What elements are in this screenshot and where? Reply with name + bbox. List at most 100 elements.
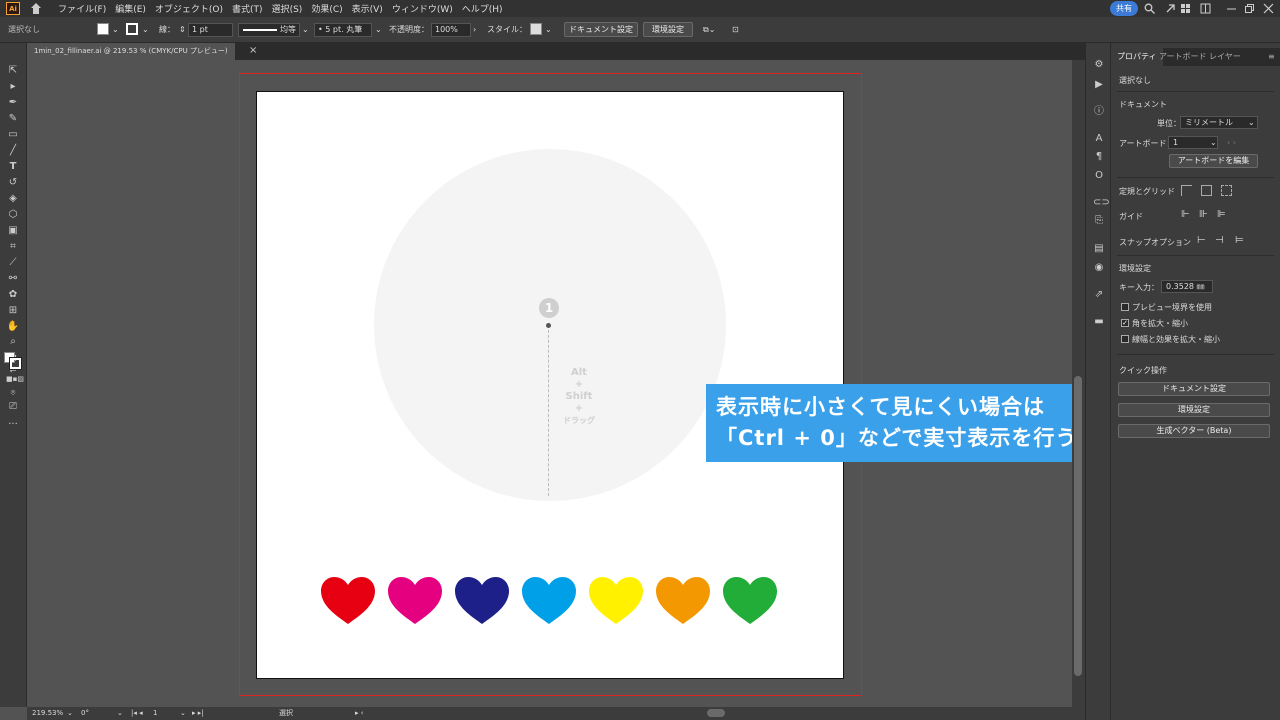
zoom-tool-icon[interactable]: ⌕ (6, 336, 20, 348)
artboard-number[interactable]: 1 (153, 708, 157, 719)
heart-orange[interactable] (654, 576, 712, 626)
style-swatch[interactable] (530, 23, 542, 35)
opacity-field[interactable]: 100% (431, 23, 471, 37)
edit-artboards-button[interactable]: アートボードを編集 (1169, 154, 1258, 168)
chevron-down-icon[interactable]: ⌄ (117, 708, 123, 719)
chevron-right-icon[interactable]: › (473, 23, 476, 37)
eyedropper-tool-icon[interactable]: ⟋ (6, 257, 20, 269)
rulers-icon[interactable] (1181, 185, 1192, 196)
symbol-sprayer-tool-icon[interactable]: ✿ (6, 289, 20, 301)
anchor-point[interactable] (546, 323, 551, 328)
brush-select[interactable]: • 5 pt. 丸筆 (314, 23, 372, 37)
close-icon[interactable] (1263, 3, 1274, 14)
more-tools-icon[interactable]: ··· (6, 419, 20, 431)
smart-guides-icon[interactable]: ⊫ (1217, 209, 1226, 220)
arrange-icon[interactable] (1200, 3, 1211, 14)
color-mode-icon[interactable]: ■▪▨ (6, 373, 24, 385)
asset-export-icon[interactable]: ⇗ (1093, 289, 1105, 301)
mesh-tool-icon[interactable]: ⌗ (6, 241, 20, 253)
rotation-value[interactable]: 0° (81, 708, 89, 719)
preferences-button[interactable]: 環境設定 (643, 22, 693, 37)
key-input-field[interactable]: 0.3528 ㎜ (1161, 280, 1213, 293)
discover-icon[interactable] (1165, 3, 1176, 14)
info-icon[interactable]: ⓘ (1093, 106, 1105, 118)
menu-view[interactable]: 表示(V) (352, 2, 383, 15)
menu-window[interactable]: ウィンドウ(W) (392, 2, 453, 15)
search-icon[interactable] (1144, 3, 1155, 14)
document-tab[interactable]: 1min_02_fillinaer.ai @ 219.53 % (CMYK/CP… (27, 43, 235, 60)
restore-icon[interactable] (1244, 3, 1255, 14)
pen-tool-icon[interactable]: ✒ (6, 97, 20, 109)
heart-magenta[interactable] (386, 576, 444, 626)
menu-select[interactable]: 選択(S) (272, 2, 303, 15)
chevron-down-icon[interactable]: ⌄ (112, 23, 119, 37)
stroke-color-icon[interactable] (9, 357, 22, 370)
color-icon[interactable]: ◉ (1093, 262, 1105, 274)
pixel-grid-icon[interactable] (1221, 185, 1232, 196)
rectangle-tool-icon[interactable]: ▭ (6, 129, 20, 141)
fill-swatch[interactable] (97, 23, 109, 35)
chevron-down-icon[interactable]: ⌄ (142, 23, 149, 37)
play-icon[interactable]: ▶ (1093, 79, 1105, 91)
menu-object[interactable]: オブジェクト(O) (155, 2, 223, 15)
heart-cyan[interactable] (520, 576, 578, 626)
panel-menu-icon[interactable]: ≡ (1268, 48, 1275, 66)
selection-tool-icon[interactable]: ⇱ (6, 65, 20, 77)
guides-show-icon[interactable]: ⊩ (1181, 209, 1190, 220)
ai-generate-icon[interactable]: ⊡ (732, 23, 739, 37)
menu-type[interactable]: 書式(T) (232, 2, 263, 15)
document-setup-button[interactable]: ドキュメント設定 (564, 22, 638, 37)
gear-icon[interactable]: ⚙ (1093, 59, 1105, 71)
shape-builder-tool-icon[interactable]: ⬡ (6, 209, 20, 221)
artboard-nav-icon[interactable]: ▸ ▸| (192, 708, 204, 719)
comments-icon[interactable]: ▬ (1093, 316, 1105, 328)
chevron-down-icon[interactable]: ⌄ (375, 23, 382, 37)
chevron-down-icon[interactable]: ⌄ (1210, 138, 1217, 147)
scale-strokes-checkbox[interactable] (1121, 335, 1129, 343)
artboard-nav-icon[interactable]: ‹ › (1227, 138, 1236, 147)
menu-effect[interactable]: 効果(C) (311, 2, 342, 15)
minimize-icon[interactable] (1226, 3, 1237, 14)
curvature-tool-icon[interactable]: ✎ (6, 113, 20, 125)
preview-bounds-checkbox[interactable] (1121, 303, 1129, 311)
snap-pixel-icon[interactable]: ⊨ (1235, 235, 1244, 246)
paintbrush-tool-icon[interactable]: ╱ (6, 145, 20, 157)
tab-artboards[interactable]: アートボード (1159, 48, 1207, 66)
quick-document-setup-button[interactable]: ドキュメント設定 (1118, 382, 1270, 396)
menu-edit[interactable]: 編集(E) (115, 2, 146, 15)
units-select[interactable]: ミリメートル (1180, 116, 1258, 129)
workspace-icon[interactable] (1180, 3, 1191, 14)
stroke-weight-field[interactable]: 1 pt (188, 23, 233, 37)
tab-properties[interactable]: プロパティ (1111, 48, 1163, 66)
links-icon[interactable]: ⊂⊃ (1093, 197, 1110, 209)
snap-glyph-icon[interactable]: ⊣ (1215, 235, 1224, 246)
chevron-down-icon[interactable]: ⌄ (67, 708, 73, 719)
chevron-down-icon[interactable]: ⌄ (545, 23, 552, 37)
stroke-swatch[interactable] (126, 23, 138, 35)
artboard-nav-icon[interactable]: |◂ ◂ (131, 708, 143, 719)
vertical-scrollbar[interactable] (1072, 60, 1085, 707)
screen-mode-icon[interactable]: ⎚ (6, 401, 20, 413)
direct-selection-tool-icon[interactable]: ▸ (6, 81, 20, 93)
export-icon[interactable]: ⎘ (1093, 215, 1105, 227)
heart-yellow[interactable] (587, 576, 645, 626)
heart-navy[interactable] (453, 576, 511, 626)
scrollbar-thumb[interactable] (1074, 376, 1082, 676)
close-icon[interactable]: × (249, 45, 257, 56)
arrange-docs-icon[interactable]: ⧉⌄ (703, 23, 715, 37)
generative-vector-button[interactable]: 生成ベクター (Beta) (1118, 424, 1270, 438)
stroke-profile-select[interactable]: 均等 (238, 23, 300, 37)
zoom-level[interactable]: 219.53% (32, 708, 63, 719)
hand-tool-icon[interactable]: ✋ (6, 321, 20, 333)
paragraph-icon[interactable]: ¶ (1093, 151, 1105, 163)
chevron-down-icon[interactable]: ⌄ (1248, 118, 1255, 127)
gradient-tool-icon[interactable]: ▣ (6, 225, 20, 237)
stepper-icon[interactable]: ⇕ (179, 23, 186, 37)
share-button[interactable]: 共有 (1110, 1, 1138, 16)
horizontal-scrollbar-thumb[interactable] (707, 709, 725, 717)
guides-lock-icon[interactable]: ⊪ (1199, 209, 1208, 220)
eraser-tool-icon[interactable]: ◈ (6, 193, 20, 205)
libraries-icon[interactable]: ▤ (1093, 243, 1105, 255)
scale-corners-checkbox[interactable]: ✓ (1121, 319, 1129, 327)
menu-help[interactable]: ヘルプ(H) (462, 2, 503, 15)
